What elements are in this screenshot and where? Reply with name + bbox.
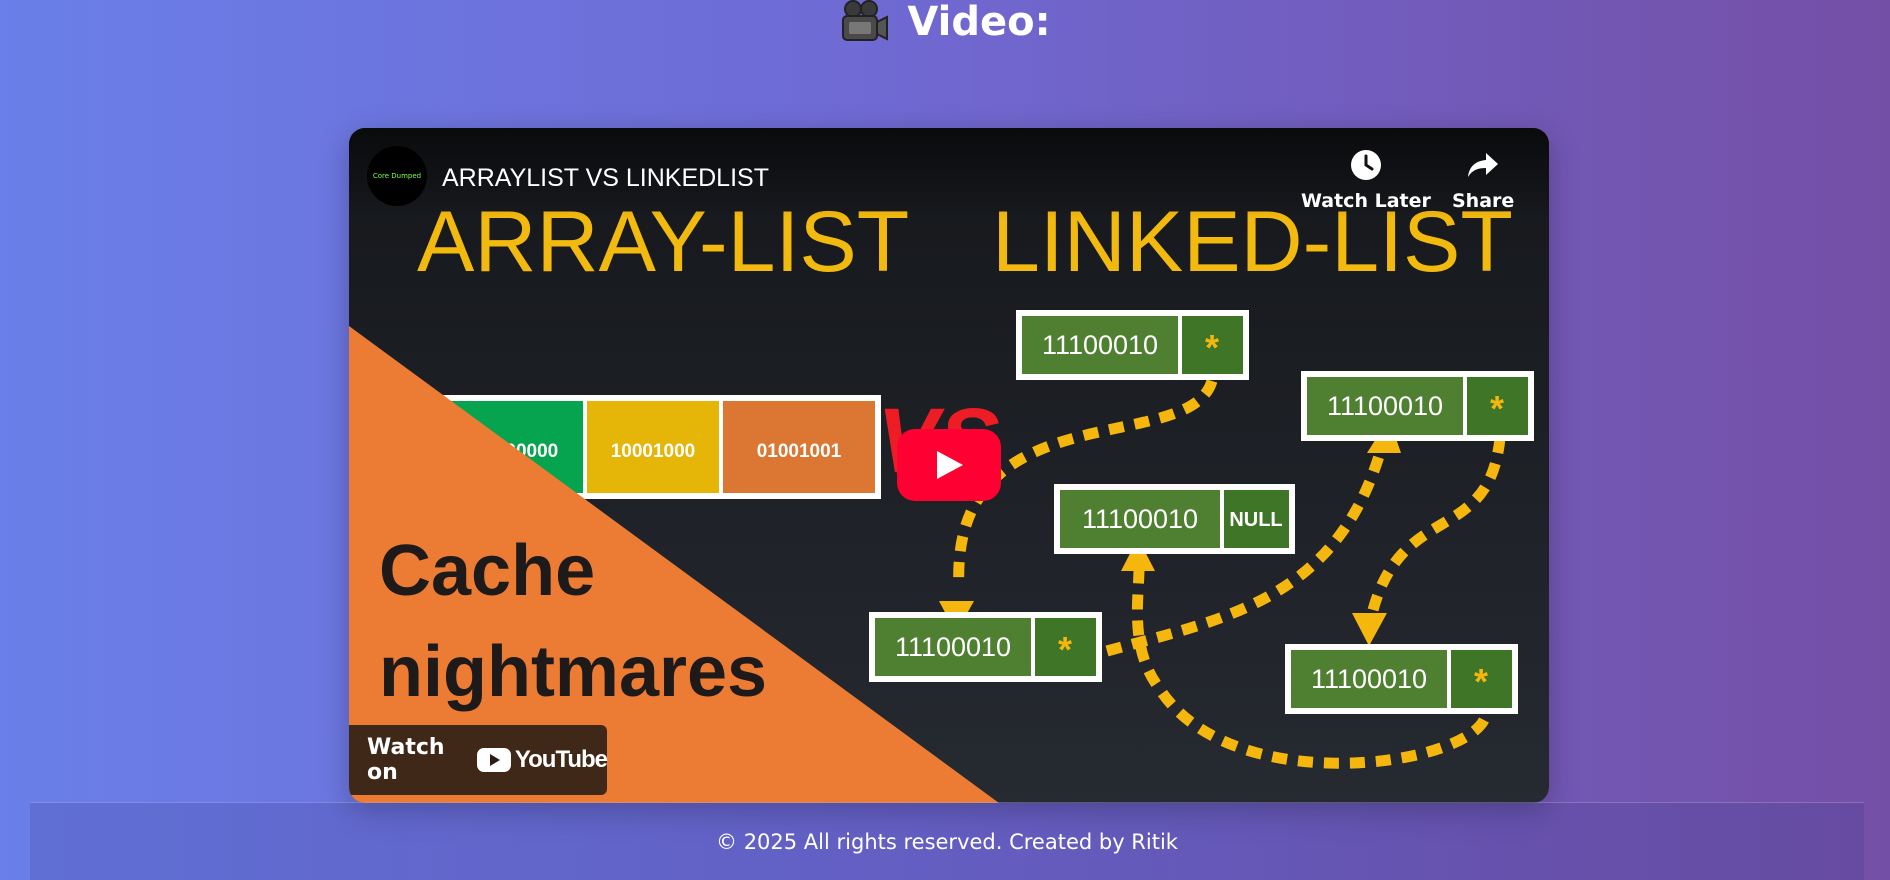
node-4-value: 11100010 (895, 632, 1011, 662)
array-cell-2: 01001001 (757, 441, 842, 462)
page-footer: © 2025 All rights reserved. Created by R… (30, 802, 1864, 880)
array-cell-1: 10001000 (611, 441, 696, 462)
node-3-value: 11100010 (1082, 504, 1198, 534)
linked-node-5: 11100010 * (1285, 644, 1518, 714)
node-2-pointer: * (1490, 388, 1504, 429)
watch-later-label: Watch Later (1301, 190, 1431, 212)
channel-avatar[interactable]: Core Dumped (367, 146, 427, 206)
youtube-play-icon (476, 748, 511, 772)
share-label: Share (1452, 190, 1515, 212)
thumbnail-caption-line1: Cache (379, 531, 595, 611)
node-5-pointer: * (1474, 661, 1488, 702)
section-heading: Video: (0, 0, 1890, 45)
linked-node-1: 11100010 * (1016, 310, 1249, 380)
video-player[interactable]: ARRAY-LIST LINKED-LIST 00000000 10001000… (349, 128, 1549, 803)
watch-on-youtube-button[interactable]: Watch on YouTube (349, 725, 608, 795)
movie-camera-icon (842, 0, 889, 41)
node-1-value: 11100010 (1042, 330, 1158, 360)
linked-node-3: 11100010 NULL (1054, 484, 1295, 554)
node-1-pointer: * (1205, 327, 1219, 368)
node-2-value: 11100010 (1327, 391, 1443, 421)
clock-icon (1350, 150, 1381, 180)
share-button[interactable]: Share (1452, 148, 1514, 212)
node-3-null: NULL (1229, 509, 1282, 531)
share-arrow-icon (1468, 153, 1499, 177)
youtube-logo: YouTube (476, 746, 608, 774)
play-button[interactable] (897, 429, 1001, 501)
section-title: Video: (907, 0, 1051, 45)
watch-on-label: Watch on (367, 735, 445, 785)
video-title[interactable]: ARRAYLIST VS LINKEDLIST (442, 164, 769, 193)
node-4-pointer: * (1058, 629, 1072, 670)
node-5-value: 11100010 (1311, 664, 1427, 694)
thumbnail-caption-line2: nightmares (379, 632, 767, 712)
footer-text: © 2025 All rights reserved. Created by R… (716, 829, 1178, 854)
linked-node-2: 11100010 * (1301, 371, 1534, 441)
channel-avatar-text: Core Dumped (372, 172, 422, 180)
watch-later-button[interactable]: Watch Later (1301, 148, 1431, 212)
linked-node-4: 11100010 * (869, 612, 1102, 682)
youtube-wordmark: YouTube (514, 746, 608, 773)
